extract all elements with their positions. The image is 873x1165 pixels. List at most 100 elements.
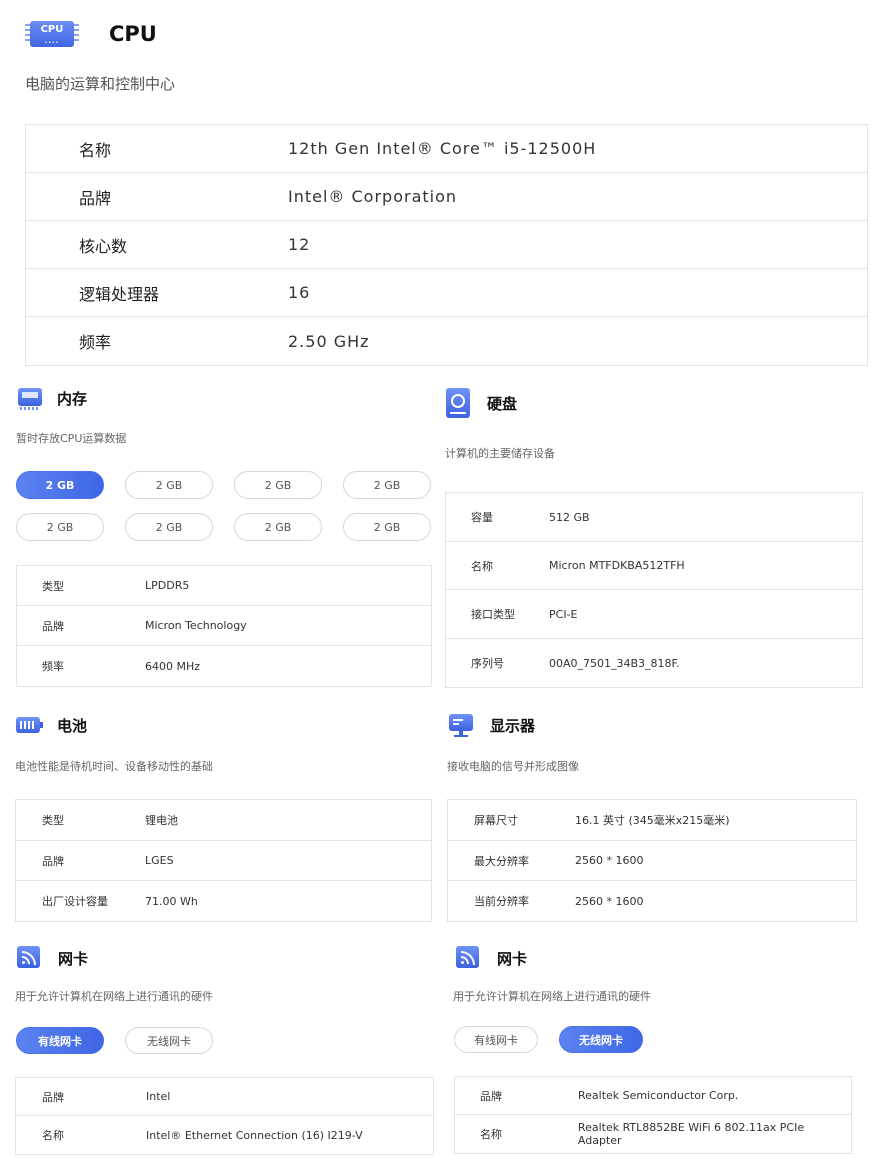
cpu-header: CPU.... CPU [25, 18, 157, 50]
memory-module-button[interactable]: 2 GB [125, 513, 213, 541]
table-row: 名称 Realtek RTL8852BE WiFi 6 802.11ax PCIe… [455, 1115, 851, 1153]
row-label: 屏幕尺寸 [474, 814, 518, 827]
row-value: Micron MTFDKBA512TFH [549, 559, 685, 572]
display-card-header: 显示器 [449, 713, 535, 737]
memory-module-button[interactable]: 2 GB [234, 513, 322, 541]
table-row: 品牌 Intel® Corporation [26, 173, 867, 221]
cpu-info-table: 名称 12th Gen Intel® Core™ i5-12500H 品牌 Inte… [25, 124, 868, 366]
nic-wireless-description: 用于允许计算机在网络上进行通讯的硬件 [453, 990, 651, 1003]
row-value: PCI-E [549, 607, 578, 621]
battery-title: 电池 [57, 716, 88, 735]
row-value: 2560 * 1600 [575, 854, 644, 867]
battery-info-table: 类型 锂电池 品牌 LGES 出厂设计容量 71.00 Wh [15, 799, 432, 922]
row-value: Realtek RTL8852BE WiFi 6 802.11ax PCIe A… [577, 1121, 805, 1147]
disk-title: 硬盘 [487, 394, 518, 413]
row-label: 频率 [79, 333, 112, 352]
nic-wired-card-header: 网卡 [17, 946, 88, 970]
row-value: 2.50 GHz [288, 331, 370, 351]
table-row: 接口类型 PCI-E [446, 590, 862, 639]
row-value: LGES [145, 854, 174, 867]
network-icon [17, 946, 43, 970]
row-value: Intel® Ethernet Connection (16) I219-V [146, 1128, 363, 1142]
row-label: 逻辑处理器 [79, 284, 160, 304]
row-value: Realtek Semiconductor Corp. [578, 1089, 739, 1102]
nic-wired-title: 网卡 [58, 949, 89, 968]
cpu-title: CPU [109, 22, 157, 46]
row-label: 品牌 [42, 854, 64, 868]
table-row: 当前分辨率 2560 * 1600 [448, 881, 856, 921]
memory-module-button[interactable]: 2 GB [234, 471, 322, 499]
memory-description: 暂时存放CPU运算数据 [16, 432, 127, 445]
disk-description: 计算机的主要储存设备 [445, 447, 555, 460]
memory-card-header: 内存 [16, 386, 87, 410]
memory-module-button[interactable]: 2 GB [16, 471, 104, 499]
row-label: 品牌 [42, 1090, 64, 1104]
table-row: 品牌 Realtek Semiconductor Corp. [455, 1077, 851, 1115]
display-title: 显示器 [490, 716, 536, 735]
table-row: 名称 12th Gen Intel® Core™ i5-12500H [26, 125, 867, 173]
memory-module-button[interactable]: 2 GB [16, 513, 104, 541]
row-label: 类型 [42, 814, 64, 827]
row-value: 12th Gen Intel® Core™ i5-12500H [288, 139, 597, 158]
row-label: 接口类型 [471, 608, 515, 621]
row-label: 品牌 [42, 619, 64, 633]
battery-description: 电池性能是待机时间、设备移动性的基础 [15, 760, 213, 773]
memory-module-button[interactable]: 2 GB [343, 513, 431, 541]
disk-info-table: 容量 512 GB 名称 Micron MTFDKBA512TFH 接口类型 PCI-… [445, 492, 863, 688]
row-value: 锂电池 [145, 814, 178, 827]
row-label: 名称 [79, 140, 112, 160]
row-value: LPDDR5 [145, 579, 190, 592]
memory-module-button[interactable]: 2 GB [125, 471, 213, 499]
network-icon [456, 946, 482, 970]
nic-wired-description: 用于允许计算机在网络上进行通讯的硬件 [15, 990, 213, 1003]
tab-wired-nic[interactable]: 有线网卡 [16, 1027, 104, 1054]
table-row: 核心数 12 [26, 221, 867, 269]
table-row: 屏幕尺寸 16.1 英寸 (345毫米x215毫米) [448, 800, 856, 841]
memory-icon [16, 386, 42, 410]
row-value: 16.1 英寸 (345毫米x215毫米) [575, 814, 730, 827]
table-row: 最大分辨率 2560 * 1600 [448, 841, 856, 881]
row-label: 名称 [471, 559, 493, 573]
row-value: 2560 * 1600 [575, 894, 644, 908]
tab-wireless-nic[interactable]: 无线网卡 [559, 1026, 643, 1053]
table-row: 类型 LPDDR5 [17, 566, 431, 606]
table-row: 容量 512 GB [446, 493, 862, 542]
tab-wireless-nic[interactable]: 无线网卡 [125, 1027, 213, 1054]
row-label: 品牌 [79, 188, 112, 208]
table-row: 名称 Micron MTFDKBA512TFH [446, 542, 862, 590]
nic-wired-info-table: 品牌 Intel 名称 Intel® Ethernet Connection (16… [15, 1077, 434, 1155]
table-row: 出厂设计容量 71.00 Wh [16, 881, 431, 921]
row-label: 名称 [42, 1129, 64, 1142]
disk-card-header: 硬盘 [446, 388, 517, 418]
row-value: 6400 MHz [145, 659, 201, 673]
disk-icon [446, 388, 472, 418]
nic-wireless-info-table: 品牌 Realtek Semiconductor Corp. 名称 Realtek … [454, 1076, 852, 1154]
row-label: 名称 [480, 1128, 502, 1141]
table-row: 逻辑处理器 16 [26, 269, 867, 317]
row-label: 核心数 [79, 236, 128, 256]
row-value: Micron Technology [145, 619, 247, 632]
table-row: 类型 锂电池 [16, 800, 431, 841]
table-row: 品牌 LGES [16, 841, 431, 881]
table-row: 频率 6400 MHz [17, 646, 431, 686]
nic-wireless-card-header: 网卡 [456, 946, 527, 970]
row-label: 出厂设计容量 [42, 895, 108, 908]
memory-info-table: 类型 LPDDR5 品牌 Micron Technology 频率 6400 MHz [16, 565, 432, 687]
memory-title: 内存 [57, 389, 88, 408]
row-value: 16 [288, 283, 311, 302]
nic-wireless-title: 网卡 [497, 949, 528, 968]
table-row: 名称 Intel® Ethernet Connection (16) I219-V [16, 1116, 433, 1154]
row-label: 品牌 [480, 1089, 502, 1103]
row-value: 71.00 Wh [145, 894, 198, 908]
row-label: 类型 [42, 579, 64, 593]
battery-card-header: 电池 [16, 713, 87, 737]
memory-module-button[interactable]: 2 GB [343, 471, 431, 499]
memory-module-selector: 2 GB 2 GB 2 GB 2 GB 2 GB 2 GB 2 GB 2 GB [16, 471, 431, 541]
nic-wireless-tabs: 有线网卡 无线网卡 [454, 1026, 643, 1053]
display-info-table: 屏幕尺寸 16.1 英寸 (345毫米x215毫米) 最大分辨率 2560 * 16… [447, 799, 857, 922]
cpu-chip-icon: CPU.... [25, 18, 79, 50]
tab-wired-nic[interactable]: 有线网卡 [454, 1026, 538, 1053]
table-row: 品牌 Micron Technology [17, 606, 431, 646]
row-value: 512 GB [549, 510, 590, 524]
nic-wired-tabs: 有线网卡 无线网卡 [16, 1027, 213, 1054]
